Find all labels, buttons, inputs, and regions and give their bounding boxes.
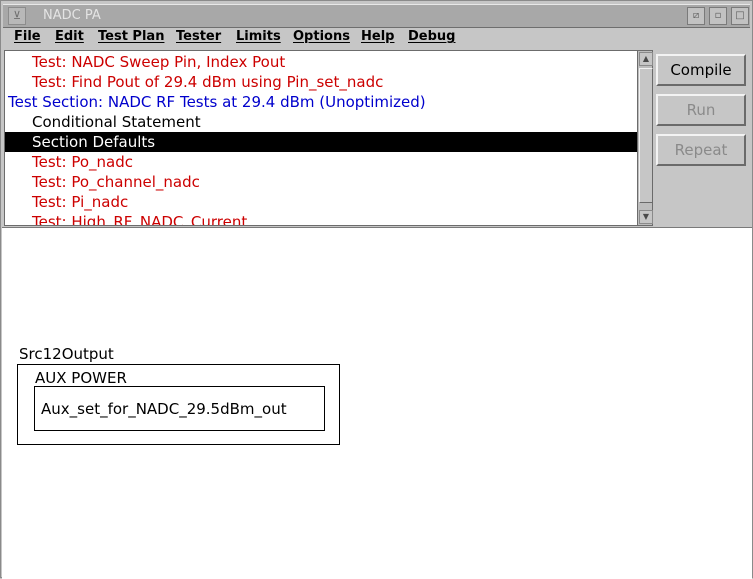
title-bar[interactable]: ⊻ NADC PA ⧄ ▫ □ bbox=[3, 4, 750, 28]
list-item-label: Test: Find Pout of 29.4 dBm using Pin_se… bbox=[32, 73, 384, 91]
list-item[interactable]: Test: Po_channel_nadc bbox=[5, 172, 637, 192]
list-item[interactable]: Test: Find Pout of 29.4 dBm using Pin_se… bbox=[5, 72, 637, 92]
list-item-selected[interactable]: Section Defaults bbox=[5, 132, 637, 152]
run-button[interactable]: Run bbox=[656, 94, 746, 126]
block-item[interactable]: Aux_set_for_NADC_29.5dBm_out bbox=[34, 386, 325, 431]
repeat-button[interactable]: Repeat bbox=[656, 134, 746, 166]
block-title: AUX POWER bbox=[35, 369, 127, 387]
scroll-down-icon[interactable]: ▼ bbox=[639, 210, 653, 224]
application-window: ⊻ NADC PA ⧄ ▫ □ File Edit Test Plan Test… bbox=[0, 0, 753, 579]
menu-bar: File Edit Test Plan Tester Limits Option… bbox=[3, 28, 750, 48]
list-item-label: Test: Po_nadc bbox=[32, 153, 134, 171]
list-item[interactable]: Test: NADC Sweep Pin, Index Pout bbox=[5, 52, 637, 72]
compile-button[interactable]: Compile bbox=[656, 54, 746, 86]
scroll-up-icon[interactable]: ▲ bbox=[639, 52, 653, 66]
list-item[interactable]: Test: Po_nadc bbox=[5, 152, 637, 172]
list-item-label: Conditional Statement bbox=[32, 113, 201, 131]
menu-file[interactable]: File bbox=[14, 29, 41, 44]
list-item-label: Test: Po_channel_nadc bbox=[32, 173, 200, 191]
window-title: NADC PA bbox=[43, 8, 101, 23]
close-icon[interactable]: □ bbox=[731, 7, 749, 25]
diagram-canvas[interactable]: Src12Output AUX POWER Aux_set_for_NADC_2… bbox=[2, 227, 752, 579]
source-output-label: Src12Output bbox=[19, 345, 114, 363]
menu-help[interactable]: Help bbox=[361, 29, 394, 44]
list-item-label: Test: High_RF_NADC_Current bbox=[32, 213, 248, 226]
list-item[interactable]: Test Section: NADC RF Tests at 29.4 dBm … bbox=[5, 92, 637, 112]
menu-test-plan[interactable]: Test Plan bbox=[98, 29, 164, 44]
list-item[interactable]: Test: Pi_nadc bbox=[5, 192, 637, 212]
scroll-thumb[interactable] bbox=[639, 68, 653, 203]
list-item-label: Test Section: NADC RF Tests at 29.4 dBm … bbox=[8, 93, 426, 111]
menu-edit[interactable]: Edit bbox=[55, 29, 84, 44]
minimize-icon[interactable]: ⧄ bbox=[687, 7, 705, 25]
list-item-label: Section Defaults bbox=[32, 133, 156, 151]
menu-limits[interactable]: Limits bbox=[236, 29, 281, 44]
list-item-label: Test: Pi_nadc bbox=[32, 193, 129, 211]
restore-icon[interactable]: ▫ bbox=[709, 7, 727, 25]
test-plan-list[interactable]: Test: NADC Sweep Pin, Index Pout Test: F… bbox=[4, 50, 638, 226]
list-item[interactable]: Test: High_RF_NADC_Current bbox=[5, 212, 637, 226]
window-menu-icon[interactable]: ⊻ bbox=[8, 7, 26, 25]
menu-tester[interactable]: Tester bbox=[176, 29, 221, 44]
menu-options[interactable]: Options bbox=[293, 29, 350, 44]
list-scrollbar[interactable]: ▲ ▼ bbox=[637, 50, 653, 226]
list-item[interactable]: Conditional Statement bbox=[5, 112, 637, 132]
list-item-label: Test: NADC Sweep Pin, Index Pout bbox=[32, 53, 286, 71]
block-item-label: Aux_set_for_NADC_29.5dBm_out bbox=[41, 400, 287, 418]
menu-debug[interactable]: Debug bbox=[408, 29, 455, 44]
aux-power-block[interactable]: AUX POWER Aux_set_for_NADC_29.5dBm_out bbox=[17, 364, 340, 445]
